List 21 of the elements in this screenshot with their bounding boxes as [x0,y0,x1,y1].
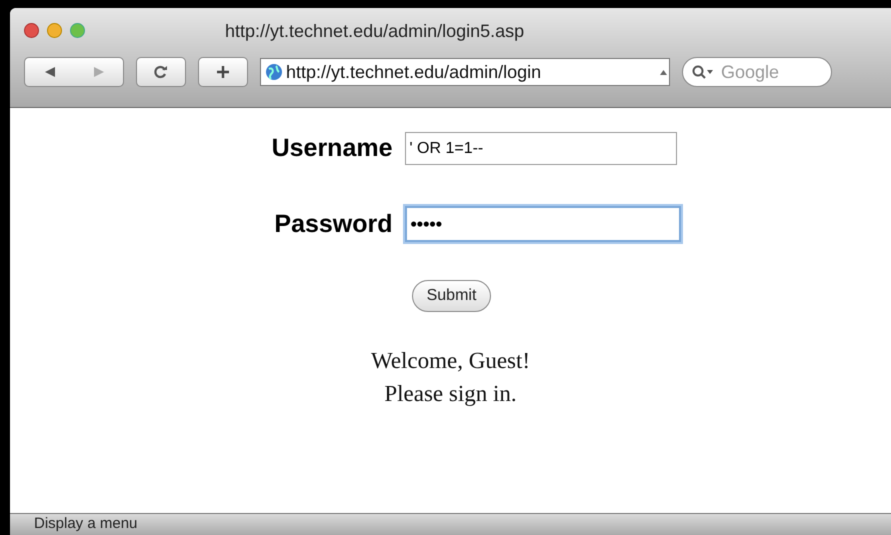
status-text: Display a menu [34,514,138,534]
search-field[interactable]: Google [682,57,832,87]
message-text: Welcome, Guest! [370,347,530,375]
address-field[interactable]: http://yt.technet.edu/admin/login [260,58,670,86]
back-forward-button[interactable] [24,57,124,87]
close-button[interactable] [24,22,39,38]
globe-icon [265,63,283,81]
input-field[interactable]: ••••• [404,206,680,242]
add-bookmark-button[interactable] [198,57,248,87]
field-label: Username [270,133,392,164]
reload-button[interactable] [136,57,186,87]
back-arrow-icon[interactable] [44,66,56,78]
reload-icon [154,65,168,79]
plus-icon [216,65,230,79]
submit-button[interactable]: Submit [412,280,492,312]
search-icon[interactable] [692,65,714,79]
message-text: Please sign in. [384,380,517,408]
input-field[interactable]: ' OR 1=1-- [404,132,676,166]
window-title: http://yt.technet.edu/admin/login5.asp [225,20,524,43]
caret-icon[interactable] [660,69,667,75]
field-label: Password [273,208,392,240]
